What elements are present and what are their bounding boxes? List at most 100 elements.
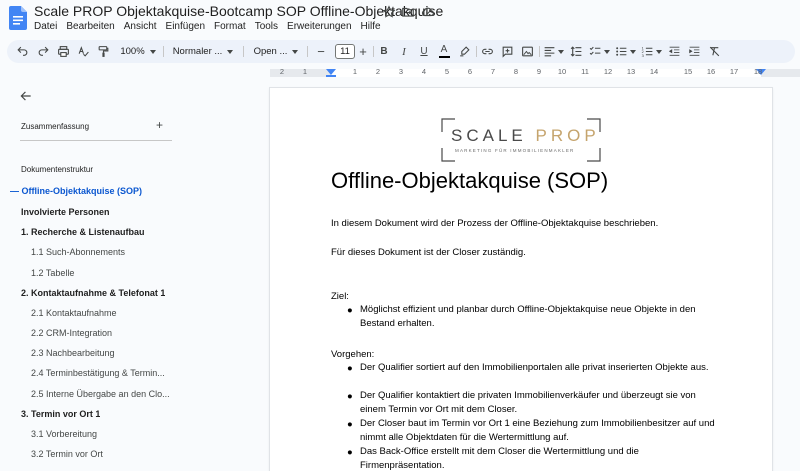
- font-family-dropdown[interactable]: Open ...: [247, 40, 305, 63]
- logo-wordmark: SCALE PROP: [451, 126, 600, 146]
- menu-bar: Datei Bearbeiten Ansicht Einfügen Format…: [34, 21, 390, 32]
- insert-link-button[interactable]: [479, 40, 495, 63]
- outline-item-label: Offline-Objektakquise (SOP): [21, 186, 143, 196]
- print-button[interactable]: [54, 40, 72, 63]
- paragraph-style-dropdown[interactable]: Normaler ...: [167, 40, 239, 63]
- menu-hilfe[interactable]: Hilfe: [361, 21, 381, 32]
- outline-item-involvierte-personen[interactable]: Involvierte Personen: [21, 207, 110, 217]
- document-heading: Offline-Objektakquise (SOP): [331, 168, 609, 193]
- document-page[interactable]: SCALE PROP MARKETING FÜR IMMOBILIENMAKLE…: [270, 88, 772, 471]
- menu-erweiterungen[interactable]: Erweiterungen: [287, 21, 351, 32]
- menu-format[interactable]: Format: [214, 21, 246, 32]
- outline-item-termin-vor-ort[interactable]: 3. Termin vor Ort 1: [21, 409, 100, 419]
- bulleted-list-dropdown[interactable]: [614, 40, 636, 63]
- numbered-list-dropdown[interactable]: 123: [640, 40, 662, 63]
- text-color-letter: A: [440, 44, 448, 55]
- intro-paragraph: In diesem Dokument wird der Prozess der …: [331, 218, 659, 229]
- scale-prop-logo: SCALE PROP MARKETING FÜR IMMOBILIENMAKLE…: [441, 118, 601, 162]
- zoom-dropdown[interactable]: 100%: [115, 40, 161, 63]
- outline-item-crm-integration[interactable]: 2.2 CRM-Integration: [31, 328, 112, 338]
- ruler-number: 13: [626, 67, 636, 76]
- toolbar-divider: [243, 46, 244, 57]
- ruler-number: 3: [398, 67, 404, 76]
- menu-einfuegen[interactable]: Einfügen: [166, 21, 205, 32]
- outline-item-kontaktaufnahme[interactable]: 2.1 Kontaktaufnahme: [31, 308, 117, 318]
- outline-item-offline-objektakquise[interactable]: — Offline-Objektakquise (SOP): [10, 186, 142, 196]
- paint-format-button[interactable]: [94, 40, 112, 63]
- link-icon: [481, 48, 493, 55]
- ruler-number: 18: [753, 67, 763, 76]
- outline-item-terminbestaetigung[interactable]: 2.4 Terminbestätigung & Termin...: [31, 368, 165, 378]
- font-value: Open ...: [253, 46, 288, 57]
- sidebar-divider: [20, 140, 172, 141]
- outline-item-tabelle[interactable]: 1.2 Tabelle: [31, 268, 74, 278]
- procedure-bullet: Der Qualifier kontaktiert die privaten I…: [360, 390, 696, 415]
- line-spacing-button[interactable]: [568, 40, 584, 63]
- align-dropdown[interactable]: [542, 40, 564, 63]
- highlight-color-button[interactable]: [456, 40, 472, 63]
- horizontal-ruler[interactable]: 2 1 1 2 3 4 5 6 7 8 9 10 11 12 13 14 15 …: [270, 66, 800, 80]
- outline-item-kontaktaufnahme-telefonat[interactable]: 2. Kontaktaufnahme & Telefonat 1: [21, 288, 165, 298]
- italic-button[interactable]: I: [396, 40, 412, 63]
- clear-formatting-icon: [709, 46, 719, 57]
- insert-comment-button[interactable]: [499, 40, 515, 63]
- style-value: Normaler ...: [172, 46, 223, 57]
- underline-button[interactable]: U: [416, 40, 432, 63]
- redo-icon: [38, 46, 49, 56]
- ruler-number: 14: [649, 67, 659, 76]
- insert-image-button[interactable]: [519, 40, 535, 63]
- increase-indent-button[interactable]: [686, 40, 702, 63]
- indent-marker-icon[interactable]: [326, 69, 336, 77]
- procedure-bullet: Der Qualifier sortiert auf den Immobilie…: [360, 362, 709, 373]
- font-size-input[interactable]: 11: [335, 44, 355, 59]
- star-icon[interactable]: [382, 5, 396, 19]
- text-color-swatch: [438, 56, 450, 58]
- spellcheck-button[interactable]: [74, 40, 92, 63]
- ruler-number: 12: [603, 67, 613, 76]
- outline-item-recherche[interactable]: 1. Recherche & Listenaufbau: [21, 227, 145, 237]
- logo-prop-text: PROP: [535, 126, 600, 145]
- google-docs-window: Scale PROP Objektakquise-Bootcamp SOP Of…: [0, 0, 800, 471]
- toolbar-divider: [476, 46, 477, 57]
- chevron-down-icon: [629, 49, 636, 54]
- undo-button[interactable]: [13, 40, 31, 63]
- text-color-button[interactable]: A: [436, 40, 452, 63]
- add-summary-button[interactable]: +: [156, 118, 163, 132]
- outline-item-termin-vor-ort-detail[interactable]: 3.2 Termin vor Ort: [31, 449, 103, 459]
- back-arrow-icon[interactable]: [19, 89, 33, 103]
- toolbar-divider: [539, 46, 540, 57]
- bold-button[interactable]: B: [376, 40, 392, 63]
- bullet-dot: ●: [347, 419, 353, 430]
- outline-item-vorbereitung[interactable]: 3.1 Vorbereitung: [31, 429, 97, 439]
- menu-bearbeiten[interactable]: Bearbeiten: [66, 21, 114, 32]
- decrease-font-size-button[interactable]: −: [313, 40, 329, 63]
- bullet-dot: ●: [347, 447, 353, 458]
- outline-item-interne-uebergabe[interactable]: 2.5 Interne Übergabe an den Clo...: [31, 389, 170, 399]
- docs-logo-icon[interactable]: [9, 6, 27, 30]
- ruler-number: 7: [490, 67, 496, 76]
- chevron-down-icon: [557, 49, 564, 54]
- outline-item-such-abonnements[interactable]: 1.1 Such-Abonnements: [31, 247, 125, 257]
- ruler-number: 16: [706, 67, 716, 76]
- clear-formatting-button[interactable]: [706, 40, 722, 63]
- menu-ansicht[interactable]: Ansicht: [124, 21, 157, 32]
- outline-item-nachbearbeitung[interactable]: 2.3 Nachbearbeitung: [31, 348, 115, 358]
- cloud-saved-icon[interactable]: [421, 5, 435, 19]
- summary-heading: Zusammenfassung: [21, 122, 90, 131]
- toolbar: 100% Normaler ... Open ... − 11 + B I U …: [7, 40, 795, 63]
- menu-tools[interactable]: Tools: [255, 21, 278, 32]
- bullet-dot: ●: [347, 305, 353, 316]
- ruler-number: 8: [513, 67, 519, 76]
- svg-text:3: 3: [641, 53, 644, 58]
- menu-datei[interactable]: Datei: [34, 21, 57, 32]
- checklist-dropdown[interactable]: [588, 40, 610, 63]
- highlighter-icon: [459, 46, 470, 57]
- move-folder-icon[interactable]: [401, 5, 415, 19]
- increase-font-size-button[interactable]: +: [355, 40, 371, 63]
- decrease-indent-button[interactable]: [666, 40, 682, 63]
- add-comment-icon: [502, 46, 512, 58]
- toolbar-divider: [307, 46, 308, 57]
- redo-button[interactable]: [34, 40, 52, 63]
- ruler-number: 17: [729, 67, 739, 76]
- outline-heading: Dokumentenstruktur: [21, 165, 94, 174]
